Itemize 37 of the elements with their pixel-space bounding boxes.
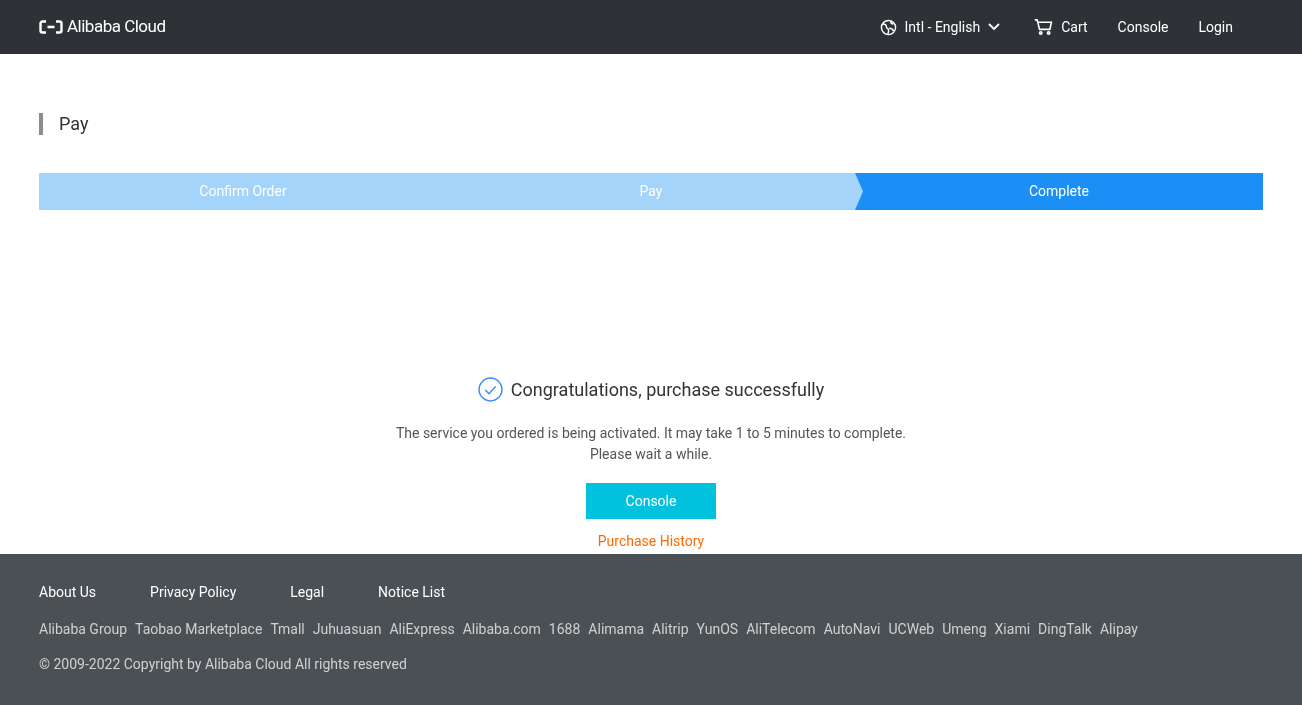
site-link[interactable]: Juhuasuan <box>312 619 382 640</box>
site-link[interactable]: UCWeb <box>888 619 935 640</box>
site-link[interactable]: Alibaba Group <box>39 619 128 640</box>
site-link[interactable]: DingTalk <box>1038 619 1092 640</box>
site-link[interactable]: Xiami <box>994 619 1031 640</box>
site-link[interactable]: Tmall <box>270 619 305 640</box>
chevron-down-icon <box>988 23 1001 31</box>
footer-link[interactable]: About Us <box>39 582 97 603</box>
footer-link[interactable]: Notice List <box>378 582 446 603</box>
cart-icon <box>1034 19 1054 35</box>
site-link[interactable]: 1688 <box>548 619 581 640</box>
logo-icon <box>39 20 63 34</box>
site-link[interactable]: AliTelecom <box>746 619 816 640</box>
site-link[interactable]: Taobao Marketplace <box>135 619 263 640</box>
site-link[interactable]: YunOS <box>696 619 739 640</box>
site-link[interactable]: Alipay <box>1099 619 1138 640</box>
check-circle-icon <box>477 377 503 402</box>
site-link[interactable]: Alimama <box>588 619 645 640</box>
success-title: Congratulations, purchase successfully <box>510 378 825 402</box>
language-selector[interactable]: Intl - English <box>879 16 1001 38</box>
site-link[interactable]: Umeng <box>942 619 987 640</box>
site-link[interactable]: AutoNavi <box>823 619 881 640</box>
page-title: Pay <box>59 112 89 136</box>
site-link[interactable]: Alibaba.com <box>462 619 541 640</box>
footer-link[interactable]: Legal <box>290 582 325 603</box>
nav-link[interactable]: Login <box>1198 16 1233 38</box>
site-link[interactable]: Alitrip <box>652 619 689 640</box>
copyright-text: © 2009-2022 Copyright by Alibaba Cloud All rights reserved <box>39 655 408 674</box>
success-message: The service you ordered is being activated. It may take 1 to 5 minutes to complete. Please wait a while. <box>395 424 907 464</box>
step: Complete <box>855 173 1263 210</box>
site-link[interactable]: AliExpress <box>389 619 455 640</box>
purchase-history-link[interactable]: Purchase History <box>597 531 705 552</box>
globe-icon <box>879 18 897 36</box>
nav-link[interactable]: Console <box>1117 16 1169 38</box>
cart-link[interactable]: Cart <box>1034 16 1088 38</box>
logo-text[interactable]: Alibaba Cloud <box>67 14 166 40</box>
footer-link[interactable]: Privacy Policy <box>150 582 237 603</box>
